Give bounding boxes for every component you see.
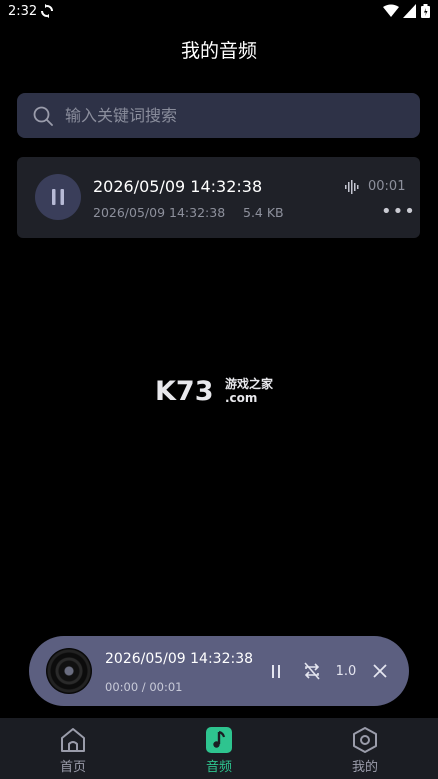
status-icons [383,4,430,18]
sync-icon [41,4,53,18]
repeat-off-icon [304,662,320,680]
watermark-cn: 游戏之家 [225,376,274,391]
home-icon [59,726,87,754]
signal-icon [403,4,416,18]
nav-label-audio: 音频 [205,760,232,775]
player-time: 00:00 / 00:01 [105,680,183,694]
wifi-icon [383,4,399,17]
pause-icon [272,664,280,678]
search-icon [33,106,53,126]
status-bar: 2:32 [0,0,438,24]
more-options-icon[interactable]: ••• [381,201,416,222]
watermark-domain: .com [225,391,257,405]
nav-label-home: 首页 [59,760,86,775]
nav-label-mine: 我的 [351,760,378,775]
playback-speed-button[interactable]: 1.0 [335,660,357,682]
nav-item-mine[interactable]: 我的 [315,718,415,779]
status-time: 2:32 [8,4,38,19]
waveform-icon [345,180,359,194]
mini-player[interactable]: 2026/05/09 14:32:38 00:00 / 00:01 1.0 [29,636,409,706]
audio-title: 2026/05/09 14:32:38 [93,177,263,196]
close-player-button[interactable] [370,660,390,682]
bottom-nav: 首页 音频 我的 [0,718,438,779]
close-icon [373,664,387,678]
loop-off-button[interactable] [301,660,323,682]
hexagon-profile-icon [351,726,379,754]
album-disc [46,648,92,694]
search-bar[interactable] [17,93,420,138]
player-title: 2026/05/09 14:32:38 [105,651,254,667]
watermark-logo: K73 游戏之家 .com [155,376,274,407]
nav-item-home[interactable]: 首页 [23,718,123,779]
audio-size: 5.4 KB [243,205,284,220]
page-title: 我的音频 [180,40,257,62]
audio-list-item[interactable]: 2026/05/09 14:32:38 2026/05/09 14:32:38 … [17,157,420,238]
watermark-brand: K73 [155,376,214,407]
audio-duration: 00:01 [368,179,406,194]
audio-date: 2026/05/09 14:32:38 [93,205,226,220]
music-note-icon [205,726,233,754]
search-input[interactable] [63,94,420,137]
player-pause-button[interactable] [268,660,284,682]
nav-item-audio[interactable]: 音频 [169,718,269,779]
pause-icon [52,189,64,205]
battery-icon [421,4,430,18]
item-pause-button[interactable] [35,174,81,220]
